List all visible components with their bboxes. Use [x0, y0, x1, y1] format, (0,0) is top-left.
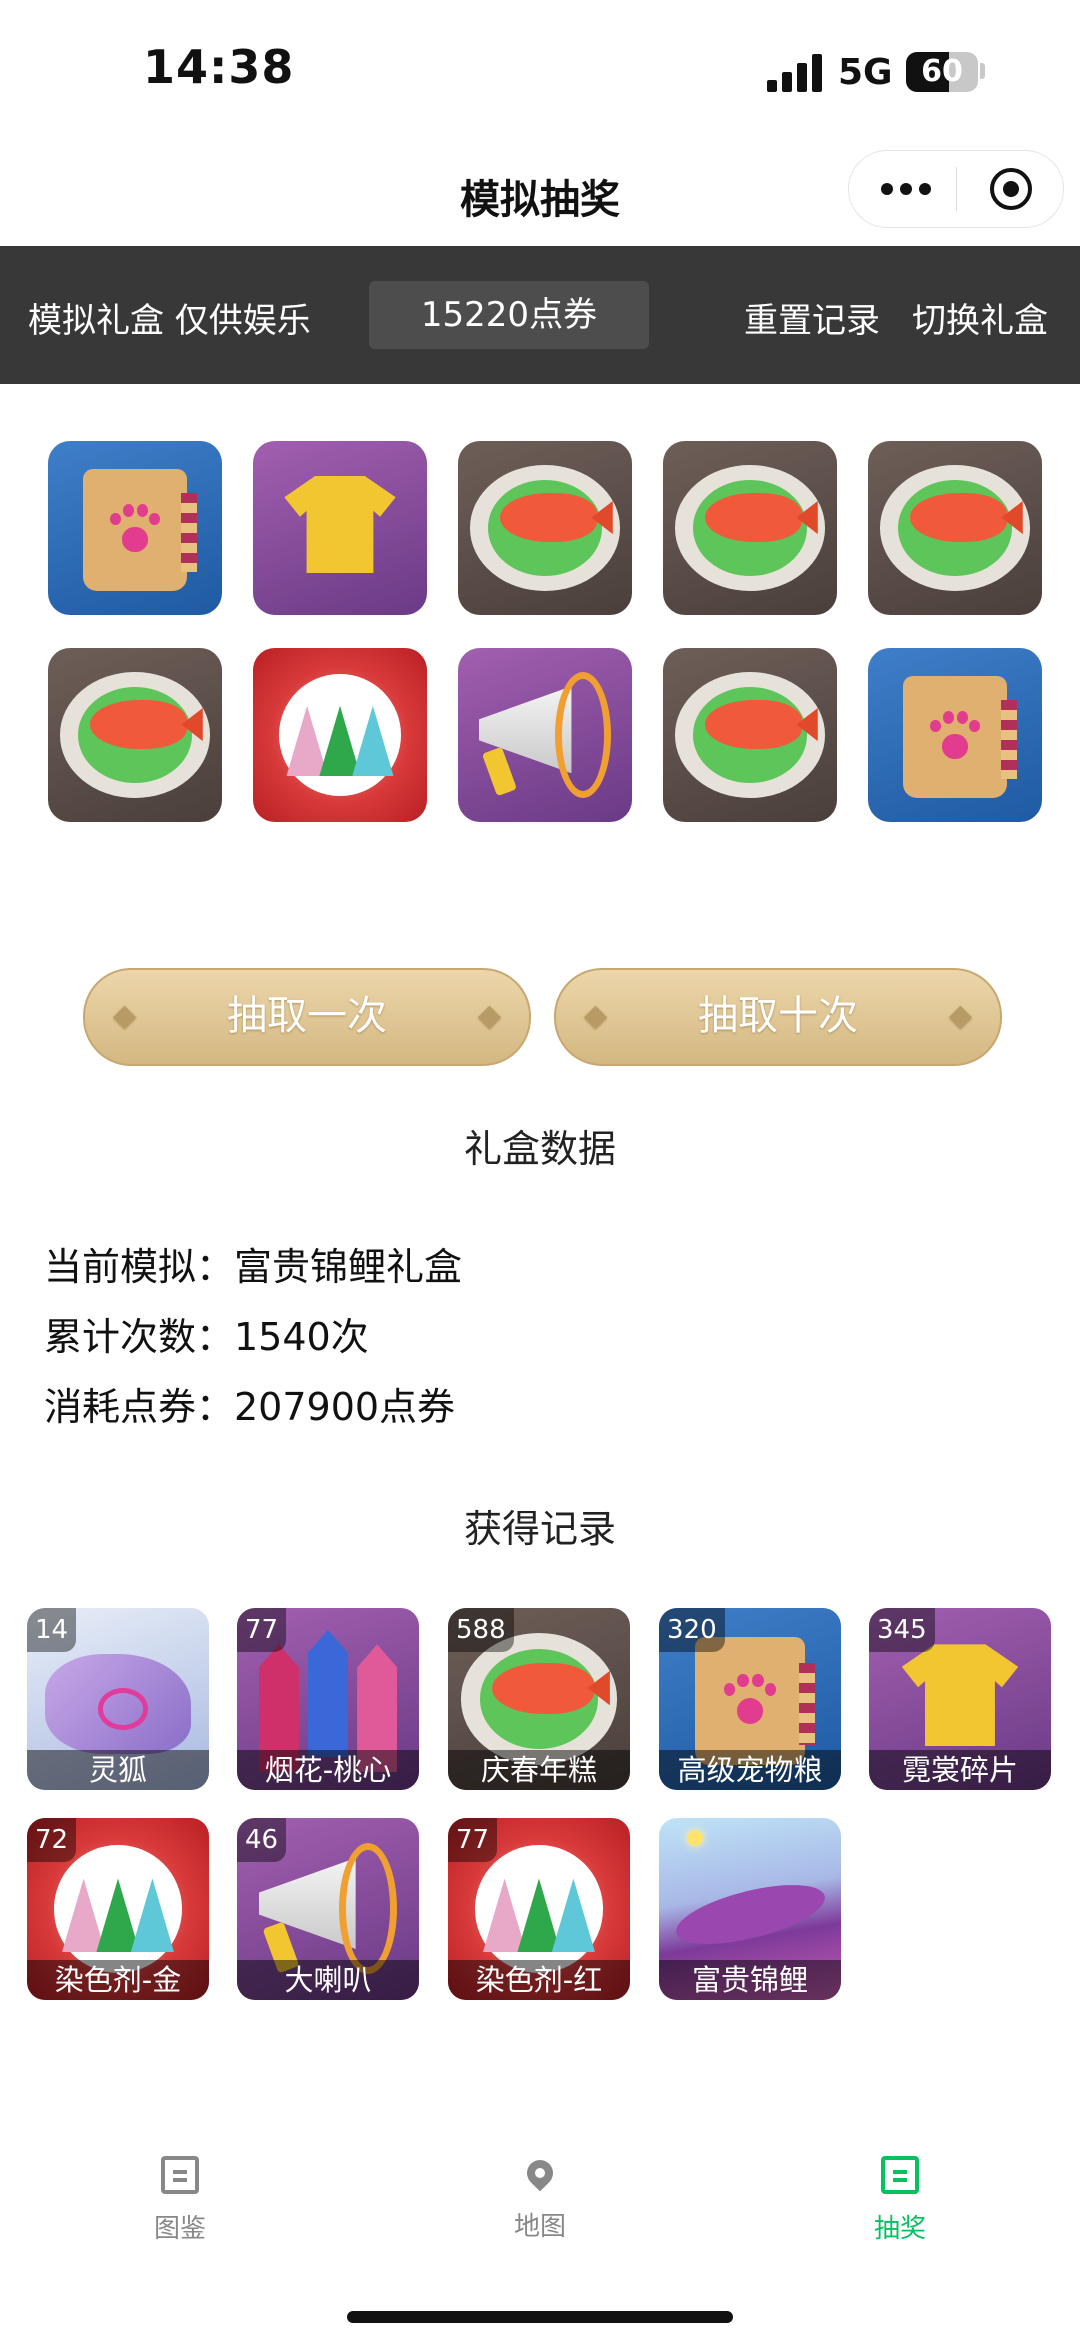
record-name: 富贵锦鲤: [659, 1960, 841, 2000]
reset-records-button[interactable]: 重置记录: [744, 293, 880, 342]
signal-icon: [767, 52, 823, 92]
golden-shirt-icon: [901, 1644, 1019, 1747]
golden-shirt-icon: [284, 475, 396, 574]
record-count: 77: [448, 1818, 498, 1862]
prize-tile[interactable]: [868, 441, 1042, 615]
prize-tile[interactable]: [663, 441, 837, 615]
record-name: 大喇叭: [237, 1960, 419, 2000]
record-name: 染色剂-红: [448, 1960, 630, 2000]
tab-label: 图鉴: [153, 2214, 206, 2244]
spirit-fox-icon: [45, 1653, 191, 1754]
pet-food-bag-icon: [82, 468, 198, 591]
sparkle-icon: [687, 1830, 703, 1846]
record-target-icon[interactable]: [990, 168, 1032, 210]
record-tile[interactable]: 77 染色剂-红: [448, 1818, 630, 2000]
home-indicator: [347, 2311, 733, 2323]
capsule-divider: [956, 167, 957, 211]
battery-level: 60: [921, 54, 963, 89]
record-name: 庆春年糕: [448, 1750, 630, 1790]
prize-tile[interactable]: [868, 648, 1042, 822]
nav-bar: 模拟抽奖: [0, 145, 1080, 240]
tab-collection[interactable]: 图鉴: [80, 2156, 280, 2245]
tab-bar: 图鉴 地图 抽奖: [0, 2120, 1080, 2260]
record-tile[interactable]: 320 高级宠物粮: [659, 1608, 841, 1790]
prize-tile[interactable]: [48, 441, 222, 615]
points-balance: 15220点券: [369, 281, 649, 349]
dye-bottles-icon: [475, 1845, 603, 1973]
record-count: 14: [27, 1608, 77, 1652]
record-count: 320: [659, 1608, 725, 1652]
network-type: 5G: [838, 52, 893, 93]
more-dots-icon[interactable]: [879, 176, 933, 202]
draw-once-button[interactable]: 抽取一次: [83, 968, 531, 1066]
records-section-title: 获得记录: [463, 1507, 616, 1551]
stat-points-spent: 消耗点券：207900点券: [44, 1385, 456, 1429]
tab-map[interactable]: 地图: [440, 2154, 640, 2243]
record-tile[interactable]: 14 灵狐: [27, 1608, 209, 1790]
map-pin-icon: [521, 2154, 559, 2192]
stat-current-box: 当前模拟：富贵锦鲤礼盒: [44, 1245, 463, 1289]
record-count: 72: [27, 1818, 77, 1862]
record-tile[interactable]: 345 霓裳碎片: [869, 1608, 1051, 1790]
record-name: 烟花-桃心: [237, 1750, 419, 1790]
prize-tile[interactable]: [458, 648, 632, 822]
draw-ten-button[interactable]: 抽取十次: [554, 968, 1002, 1066]
tab-label: 抽奖: [873, 2214, 926, 2244]
mini-program-capsule: [848, 150, 1064, 228]
record-count: 345: [869, 1608, 935, 1652]
battery-tip: [980, 63, 985, 79]
record-tile[interactable]: 588 庆春年糕: [448, 1608, 630, 1790]
gift-box-toolbar: 模拟礼盒 仅供娱乐 15220点券 重置记录 切换礼盒: [0, 246, 1080, 384]
status-bar: 14:38 5G 60: [0, 0, 1080, 140]
record-name: 高级宠物粮: [659, 1750, 841, 1790]
tab-lottery[interactable]: 抽奖: [800, 2156, 1000, 2245]
prize-tile[interactable]: [253, 441, 427, 615]
switch-box-button[interactable]: 切换礼盒: [912, 293, 1048, 342]
prize-tile[interactable]: [48, 648, 222, 822]
battery-icon: 60: [906, 52, 978, 92]
book-icon: [161, 2156, 199, 2194]
pet-food-bag-icon: [902, 675, 1018, 798]
record-tile[interactable]: 72 染色剂-金: [27, 1818, 209, 2000]
record-count: 46: [237, 1818, 287, 1862]
record-count: 588: [448, 1608, 514, 1652]
record-count: 77: [237, 1608, 287, 1652]
dye-bottles-icon: [279, 674, 401, 796]
stats-section-title: 礼盒数据: [463, 1127, 616, 1171]
prize-tile[interactable]: [458, 441, 632, 615]
toolbar-label: 模拟礼盒 仅供娱乐: [28, 301, 311, 341]
record-name: 灵狐: [27, 1750, 209, 1790]
tab-label: 地图: [513, 2212, 566, 2242]
record-tile[interactable]: 46 大喇叭: [237, 1818, 419, 2000]
record-tile[interactable]: 77 烟花-桃心: [237, 1608, 419, 1790]
prize-tile[interactable]: [253, 648, 427, 822]
record-tile[interactable]: 富贵锦鲤: [659, 1818, 841, 2000]
record-name: 染色剂-金: [27, 1960, 209, 2000]
prize-tile[interactable]: [663, 648, 837, 822]
dye-bottles-icon: [54, 1845, 182, 1973]
lottery-icon: [881, 2156, 919, 2194]
record-name: 霓裳碎片: [869, 1750, 1051, 1790]
pet-food-bag-icon: [695, 1637, 815, 1765]
status-time: 14:38: [143, 40, 295, 94]
stat-total-draws: 累计次数：1540次: [44, 1315, 369, 1359]
